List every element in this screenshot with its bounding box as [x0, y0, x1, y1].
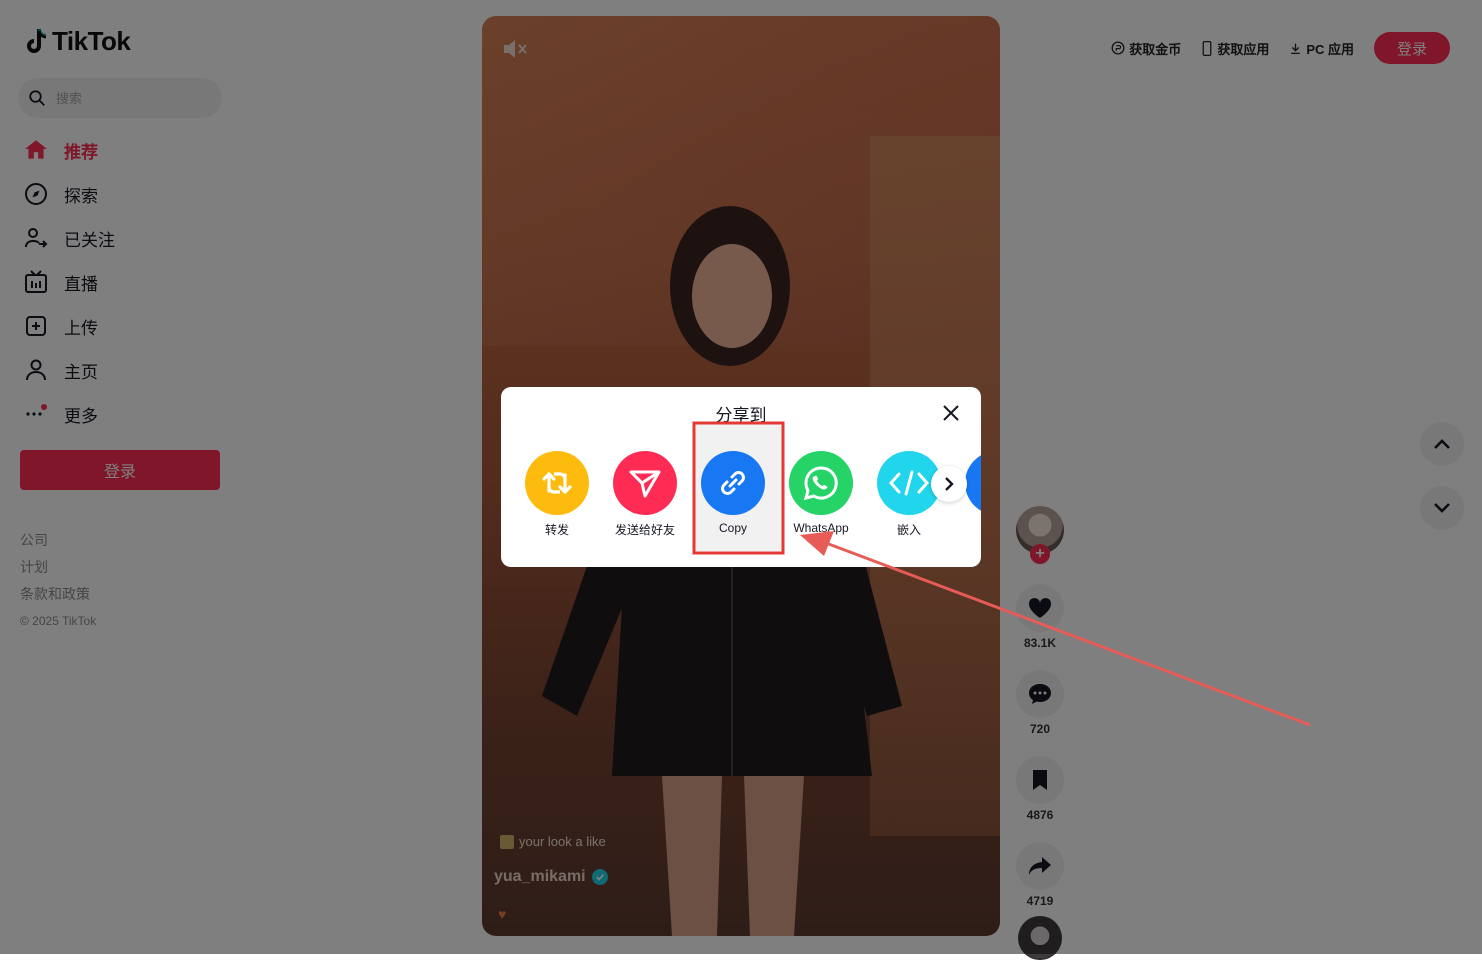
link-icon	[701, 451, 765, 515]
close-button[interactable]	[939, 401, 963, 425]
share-option-label: 转发	[544, 523, 569, 537]
repost-icon	[525, 451, 589, 515]
send-icon	[613, 451, 677, 515]
share-options: 转发 发送给好友 Copy WhatsApp 嵌入	[525, 451, 981, 538]
share-facebook[interactable]: Fa	[965, 451, 981, 538]
share-option-label: 嵌入	[896, 523, 921, 537]
share-option-label: WhatsApp	[793, 521, 849, 535]
share-dialog: 分享到 转发 发送给好友 Copy WhatsApp 嵌入	[501, 387, 981, 567]
share-dialog-title: 分享到	[715, 406, 767, 425]
chevron-right-icon	[945, 477, 954, 491]
whatsapp-icon	[789, 451, 853, 515]
share-scroll-next-button[interactable]	[931, 466, 967, 502]
share-embed[interactable]: 嵌入	[877, 451, 941, 538]
share-option-label: Copy	[718, 521, 747, 535]
share-whatsapp[interactable]: WhatsApp	[789, 451, 853, 538]
share-option-label: 发送给好友	[614, 523, 675, 537]
share-option-label: Fa	[965, 521, 981, 535]
share-repost[interactable]: 转发	[525, 451, 589, 538]
facebook-icon	[965, 451, 981, 515]
share-copy-link[interactable]: Copy	[701, 451, 765, 538]
share-send-to-friend[interactable]: 发送给好友	[613, 451, 677, 538]
close-icon	[943, 405, 959, 421]
